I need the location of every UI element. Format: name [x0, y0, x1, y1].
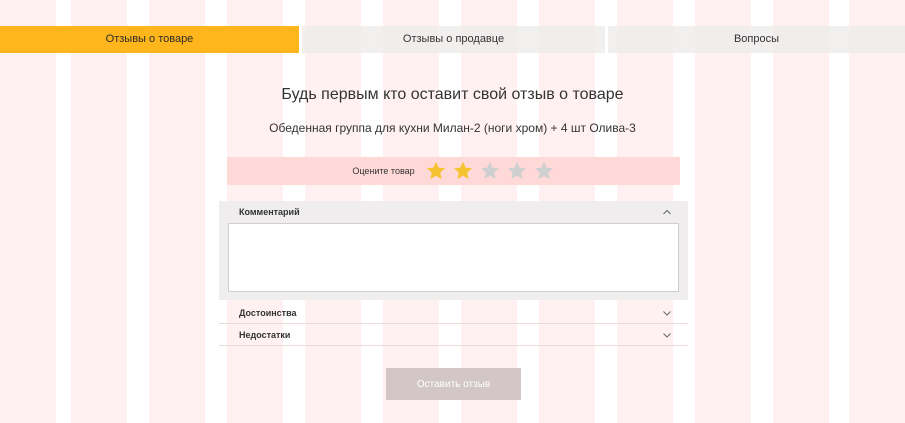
star-rating	[425, 160, 555, 182]
tab-questions[interactable]: Вопросы	[608, 26, 905, 53]
star-icon[interactable]	[452, 160, 474, 182]
star-icon[interactable]	[533, 160, 555, 182]
star-icon[interactable]	[425, 160, 447, 182]
pros-section-label: Достоинства	[239, 307, 297, 318]
tab-product-reviews[interactable]: Отзывы о товаре	[0, 26, 299, 53]
review-tabs: Отзывы о товаре Отзывы о продавце Вопрос…	[0, 26, 905, 53]
page-title: Будь первым кто оставит свой отзыв о тов…	[281, 86, 624, 103]
tab-seller-reviews[interactable]: Отзывы о продавце	[302, 26, 605, 53]
chevron-up-icon	[662, 207, 672, 217]
comment-section: Комментарий	[219, 201, 688, 300]
star-icon[interactable]	[506, 160, 528, 182]
comment-section-label: Комментарий	[239, 207, 300, 217]
comment-textarea[interactable]	[228, 223, 679, 292]
rating-label: Оцените товар	[352, 166, 415, 176]
cons-section: Недостатки	[219, 324, 688, 346]
cons-section-header[interactable]: Недостатки	[219, 324, 688, 346]
pros-section-header[interactable]: Достоинства	[219, 302, 688, 324]
review-page: Отзывы о товаре Отзывы о продавце Вопрос…	[0, 0, 905, 423]
chevron-down-icon	[662, 330, 672, 340]
pros-section: Достоинства	[219, 302, 688, 324]
review-form-accordion: Комментарий Достоинства Недостатки	[219, 201, 688, 346]
rating-bar: Оцените товар	[227, 157, 680, 185]
product-name: Обеденная группа для кухни Милан-2 (ноги…	[269, 121, 636, 135]
submit-review-button[interactable]: Оставить отзыв	[386, 368, 521, 400]
comment-section-header[interactable]: Комментарий	[219, 201, 688, 223]
cons-section-label: Недостатки	[239, 329, 291, 340]
star-icon[interactable]	[479, 160, 501, 182]
chevron-down-icon	[662, 308, 672, 318]
